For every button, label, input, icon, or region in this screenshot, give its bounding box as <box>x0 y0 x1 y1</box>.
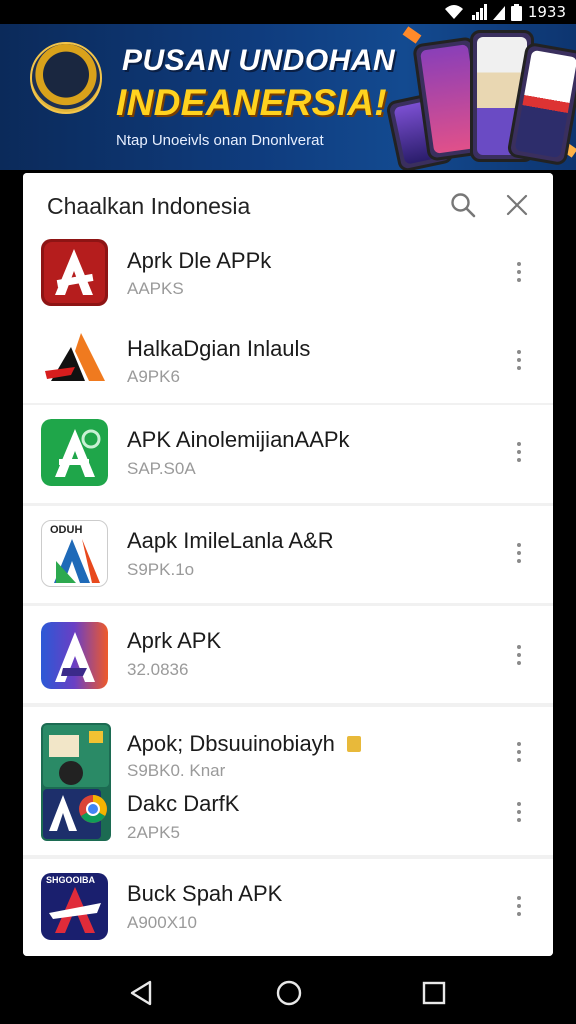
status-time: 1933 <box>527 3 566 21</box>
list-item[interactable]: APK AinolemijianAAPk SAP.S0A <box>23 405 553 503</box>
more-options-button[interactable] <box>507 638 531 672</box>
dialog-header: Chaalkan Indonesia <box>23 173 553 237</box>
confetti-decoration <box>402 26 422 44</box>
list-item[interactable]: Aprk Dle APPk AAPKS <box>23 237 553 317</box>
app-list-group: Aprk Dle APPk AAPKS HalkaDgian Inlauls A… <box>23 237 553 403</box>
home-button[interactable] <box>274 978 304 1008</box>
red-a-app-icon <box>41 239 108 306</box>
blue-orange-a-app-icon <box>41 622 108 689</box>
app-subtitle: SAP.S0A <box>127 459 196 478</box>
app-name: Aapk ImileLanla A&R <box>127 528 334 553</box>
close-button[interactable] <box>501 189 533 221</box>
banner-title-line1: PUSAN UNDOHAN <box>122 44 396 77</box>
back-button[interactable] <box>126 978 156 1008</box>
list-item[interactable]: HalkaDgian Inlauls A9PK6 <box>23 321 553 401</box>
app-name-text: Apok; Dbsuuinobiayh <box>127 731 335 756</box>
more-options-button[interactable] <box>507 435 531 469</box>
app-name: HalkaDgian Inlauls <box>127 336 311 361</box>
signal-icon <box>471 4 487 20</box>
app-subtitle: 32.0836 <box>127 660 189 679</box>
app-subtitle: S9PK.1o <box>127 560 195 579</box>
list-item[interactable]: Apok; Dbsuuinobiayh S9BK0. Knar <box>23 707 553 780</box>
promo-banner[interactable]: PUSAN UNDOHAN INDEANERSIA! Ntap Unoeivls… <box>0 24 576 170</box>
signal-secondary-icon <box>492 6 505 20</box>
emblem-logo <box>30 42 102 114</box>
app-name: Aprk APK <box>127 628 222 653</box>
recents-square-icon <box>422 981 446 1005</box>
recents-button[interactable] <box>419 978 449 1008</box>
search-button[interactable] <box>447 189 479 221</box>
list-item[interactable]: Dakc DarfK 2APK5 <box>23 779 553 855</box>
back-triangle-icon <box>130 980 152 1006</box>
list-item[interactable]: Aprk APK 32.0836 <box>23 606 553 703</box>
more-options-button[interactable] <box>507 889 531 923</box>
gift-icon <box>347 736 362 752</box>
banner-subtitle: Ntap Unoeivls onan Dnonlverat <box>116 132 324 149</box>
dialog-title: Chaalkan Indonesia <box>47 193 251 219</box>
green-a-app-icon <box>41 419 108 486</box>
home-circle-icon <box>276 980 302 1006</box>
list-item[interactable]: ODUH Aapk ImileLanla A&R S9PK.1o <box>23 506 553 603</box>
search-icon <box>451 193 476 218</box>
navy-a-app-icon: SHGOOIBA <box>41 873 108 940</box>
app-subtitle: AAPKS <box>127 279 184 298</box>
white-a-app-icon: ODUH <box>41 520 108 587</box>
status-bar: 1933 <box>0 0 576 24</box>
more-options-button[interactable] <box>507 255 531 289</box>
app-name: Aprk Dle APPk <box>127 248 272 273</box>
app-subtitle: A900X10 <box>127 913 197 932</box>
app-picker-dialog: Chaalkan Indonesia Aprk Dle APPk AAPKS H… <box>23 173 553 956</box>
more-options-button[interactable] <box>507 795 531 829</box>
close-icon <box>506 194 528 216</box>
wifi-icon <box>444 5 463 19</box>
banner-title-line2: INDEANERSIA! <box>116 82 387 123</box>
more-options-button[interactable] <box>507 536 531 570</box>
app-name: Buck Spah APK <box>127 881 283 906</box>
app-list-group: Apok; Dbsuuinobiayh S9BK0. Knar Dakc Dar… <box>23 707 553 855</box>
app-subtitle: A9PK6 <box>127 367 180 386</box>
battery-icon <box>510 3 522 21</box>
app-subtitle: 2APK5 <box>127 823 180 842</box>
orange-black-a-app-icon <box>41 327 108 394</box>
more-options-button[interactable] <box>507 343 531 377</box>
navigation-bar <box>0 958 576 1024</box>
more-options-button[interactable] <box>507 735 531 769</box>
app-name: Apok; Dbsuuinobiayh <box>127 731 362 757</box>
list-item[interactable]: SHGOOIBA Buck Spah APK A900X10 <box>23 859 553 956</box>
app-subtitle: S9BK0. Knar <box>127 761 226 780</box>
app-name: APK AinolemijianAAPk <box>127 427 350 452</box>
app-name: Dakc DarfK <box>127 791 240 816</box>
